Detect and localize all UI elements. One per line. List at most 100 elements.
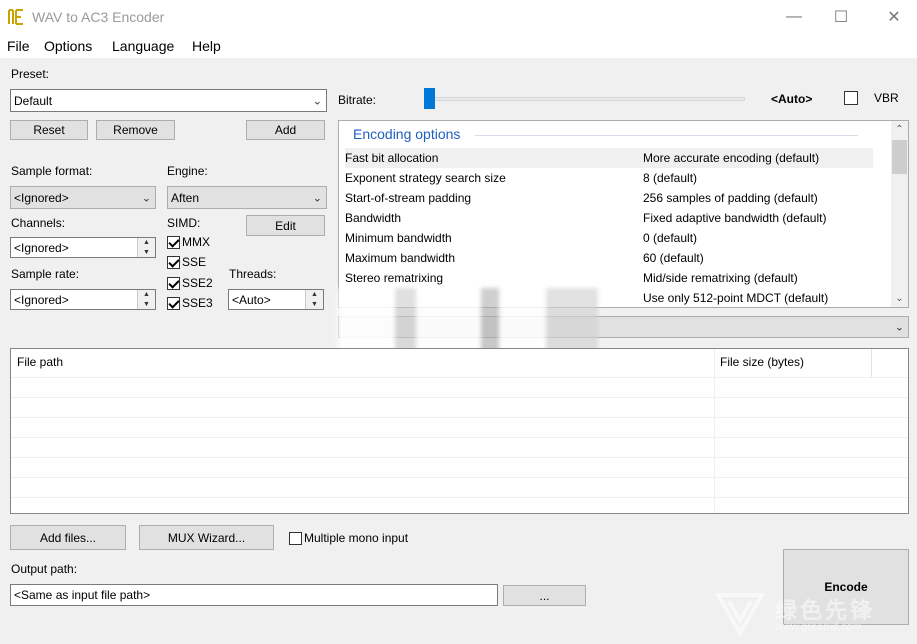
menu-options[interactable]: Options	[44, 38, 92, 54]
spin-buttons[interactable]: ▲ ▼	[137, 290, 155, 309]
encoding-scrollbar[interactable]: ⌃ ⌄	[891, 121, 908, 307]
encoding-options-title: Encoding options	[353, 126, 461, 142]
simd-label: SIMD:	[167, 216, 201, 230]
mmx-checkbox[interactable]: MMX	[167, 235, 210, 249]
channels-value: <Ignored>	[14, 240, 69, 255]
encoding-option-row[interactable]: Bandwidth Fixed adaptive bandwidth (defau…	[345, 208, 873, 228]
sample-format-select[interactable]: <Ignored> ⌄	[10, 186, 156, 209]
group-divider	[475, 135, 858, 136]
spin-down-icon[interactable]: ▼	[306, 300, 323, 310]
add-files-button[interactable]: Add files...	[10, 525, 126, 550]
bitrate-slider-thumb[interactable]	[424, 88, 435, 109]
spin-up-icon[interactable]: ▲	[138, 238, 155, 248]
option-value: 0 (default)	[643, 231, 698, 245]
mmx-label: MMX	[182, 235, 210, 249]
sample-rate-stepper[interactable]: <Ignored> ▲ ▼	[10, 289, 156, 310]
window-title: WAV to AC3 Encoder	[32, 9, 165, 25]
multiple-mono-label: Multiple mono input	[304, 531, 409, 545]
checkbox-box	[167, 276, 180, 290]
chevron-down-icon: ⌄	[141, 192, 151, 204]
sse2-checkbox[interactable]: SSE2	[167, 276, 213, 290]
row-divider	[11, 497, 908, 498]
menu-file[interactable]: File	[7, 38, 30, 54]
threads-label: Threads:	[229, 267, 277, 281]
scroll-thumb[interactable]	[892, 140, 907, 174]
encoding-option-row[interactable]: Start-of-stream padding 256 samples of pa…	[345, 188, 873, 208]
option-name: Start-of-stream padding	[345, 191, 472, 205]
checkbox-box	[167, 296, 180, 310]
option-value: Mid/side rematrixing (default)	[643, 271, 798, 285]
spin-down-icon[interactable]: ▼	[138, 248, 155, 258]
chevron-down-icon: ⌄	[894, 321, 904, 334]
encoding-option-row[interactable]: Maximum bandwidth 60 (default)	[345, 248, 873, 268]
option-value: Use only 512-point MDCT (default)	[643, 291, 829, 305]
encoding-option-row[interactable]: Stereo rematrixing Mid/side rematrixing (…	[345, 268, 873, 288]
preset-value: Default	[14, 93, 53, 108]
option-name: Stereo rematrixing	[345, 271, 444, 285]
checkbox-box	[289, 531, 302, 545]
sample-format-value: <Ignored>	[14, 190, 69, 205]
remove-button[interactable]: Remove	[96, 120, 175, 140]
sse3-checkbox[interactable]: SSE3	[167, 296, 213, 310]
menu-help[interactable]: Help	[192, 38, 221, 54]
encoding-option-row[interactable]: Exponent strategy search size 8 (default)	[345, 168, 873, 188]
option-name: Bandwidth	[345, 211, 402, 225]
col-file-path[interactable]: File path	[17, 355, 63, 369]
option-name: Exponent strategy search size	[345, 171, 506, 185]
output-path-input[interactable]: <Same as input file path>	[10, 584, 498, 606]
spin-buttons[interactable]: ▲ ▼	[137, 238, 155, 257]
col-file-size[interactable]: File size (bytes)	[720, 355, 804, 369]
channels-stepper[interactable]: <Ignored> ▲ ▼	[10, 237, 156, 258]
sample-rate-value: <Ignored>	[14, 292, 69, 307]
reset-button[interactable]: Reset	[10, 120, 88, 140]
option-value: 8 (default)	[643, 171, 698, 185]
sse-checkbox[interactable]: SSE	[167, 255, 206, 269]
row-divider	[11, 397, 908, 398]
maximize-icon: ☐	[833, 9, 849, 26]
output-path-label: Output path:	[11, 562, 78, 576]
chevron-down-icon: ⌄	[312, 95, 322, 107]
spin-buttons[interactable]: ▲ ▼	[305, 290, 323, 309]
encoding-option-row[interactable]: Minimum bandwidth 0 (default)	[345, 228, 873, 248]
spin-down-icon[interactable]: ▼	[138, 300, 155, 310]
close-button[interactable]: ✕	[871, 0, 917, 34]
browse-button[interactable]: ...	[503, 585, 586, 606]
mux-wizard-button[interactable]: MUX Wizard...	[139, 525, 274, 550]
column-divider	[714, 349, 715, 513]
spin-up-icon[interactable]: ▲	[306, 290, 323, 300]
multiple-mono-checkbox[interactable]: Multiple mono input	[289, 531, 408, 545]
threads-stepper[interactable]: <Auto> ▲ ▼	[228, 289, 324, 310]
option-name: Maximum bandwidth	[345, 251, 456, 265]
spin-up-icon[interactable]: ▲	[138, 290, 155, 300]
option-value: 60 (default)	[643, 251, 704, 265]
row-divider	[11, 377, 908, 378]
bitrate-label: Bitrate:	[338, 93, 377, 107]
engine-select[interactable]: Aften ⌄	[167, 186, 327, 209]
column-divider	[871, 349, 872, 377]
checkbox-box	[844, 91, 858, 105]
simd-edit-button[interactable]: Edit	[246, 215, 325, 236]
engine-value: Aften	[171, 190, 200, 205]
file-list[interactable]: File path File size (bytes)	[10, 348, 909, 514]
row-divider	[11, 437, 908, 438]
scroll-down-icon[interactable]: ⌄	[891, 290, 908, 307]
encoding-options-list[interactable]: Encoding options Fast bit allocation More…	[338, 120, 909, 308]
chevron-down-icon: ⌄	[312, 192, 322, 204]
threads-value: <Auto>	[232, 292, 271, 307]
encoding-option-row[interactable]: Fast bit allocation More accurate encodin…	[345, 148, 873, 168]
app-logo-icon	[8, 9, 23, 25]
vbr-checkbox[interactable]: VBR	[844, 91, 899, 105]
sse-label: SSE	[182, 255, 207, 269]
encode-button[interactable]: Encode	[783, 549, 909, 625]
sse3-label: SSE3	[182, 296, 213, 310]
add-button[interactable]: Add	[246, 120, 325, 140]
close-icon: ✕	[887, 9, 901, 26]
menu-language[interactable]: Language	[112, 38, 174, 54]
engine-label: Engine:	[167, 164, 208, 178]
scroll-up-icon[interactable]: ⌃	[891, 121, 908, 138]
maximize-button[interactable]: ☐	[818, 0, 864, 34]
minimize-button[interactable]: —	[771, 0, 817, 34]
row-divider	[11, 477, 908, 478]
bitrate-slider-track[interactable]	[428, 97, 745, 101]
preset-select[interactable]: Default ⌄	[10, 89, 327, 112]
